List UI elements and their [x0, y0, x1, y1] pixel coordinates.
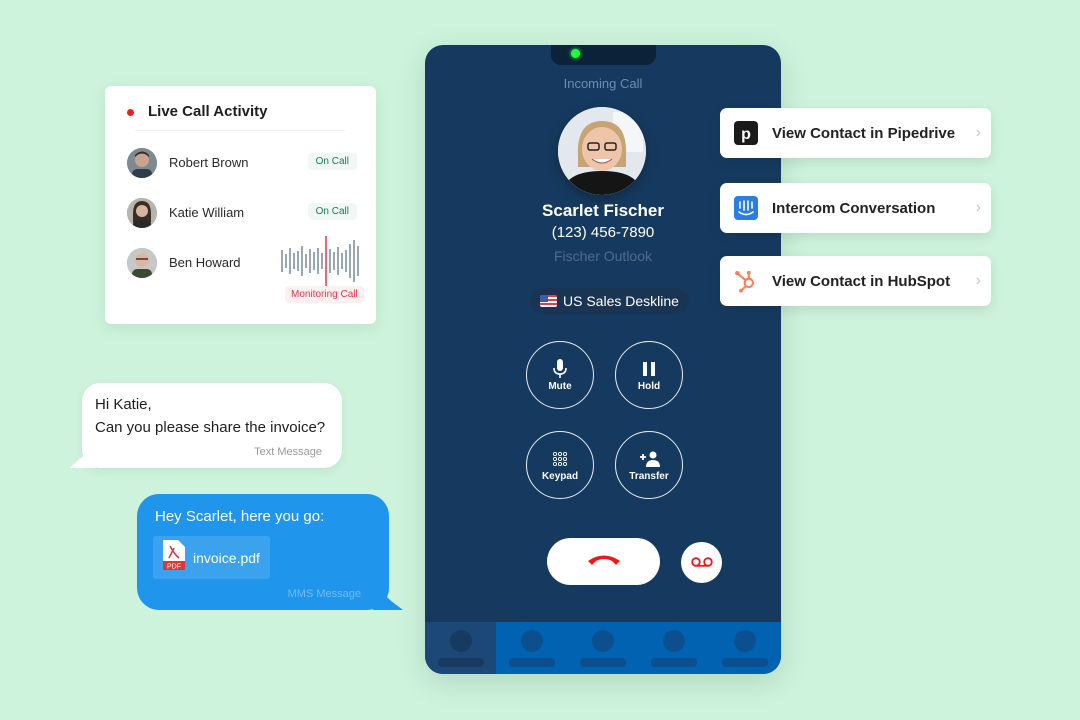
audio-waveform-icon	[281, 236, 359, 286]
voicemail-button[interactable]	[681, 542, 722, 583]
transfer-label: Transfer	[629, 470, 669, 482]
bubble-tail	[373, 584, 403, 610]
tab-label-placeholder	[580, 657, 626, 667]
tab-5[interactable]	[710, 622, 781, 674]
agent-row[interactable]: Katie William On Call	[127, 198, 357, 228]
intercom-icon	[734, 196, 758, 220]
message-line: Can you please share the invoice?	[95, 419, 326, 436]
agent-name: Ben Howard	[169, 255, 241, 270]
tab-1[interactable]	[425, 622, 497, 674]
tab-label-placeholder	[508, 657, 555, 667]
message-line: Hi Katie,	[95, 396, 152, 413]
end-call-button[interactable]	[547, 538, 660, 585]
microphone-icon	[553, 358, 567, 379]
tab-icon	[663, 629, 686, 652]
message-text: Hey Scarlet, here you go:	[155, 508, 325, 525]
status-badge: On Call	[307, 153, 357, 170]
integration-label: Intercom Conversation	[772, 199, 936, 217]
hubspot-contact-button[interactable]: View Contact in HubSpot ›	[720, 256, 991, 306]
tab-label-placeholder	[651, 657, 698, 667]
hang-up-icon	[586, 552, 622, 571]
bubble-tail	[70, 446, 96, 468]
message-type-label: Text Message	[254, 446, 322, 458]
tab-label-placeholder	[722, 657, 769, 667]
divider	[135, 130, 345, 131]
svg-text:p: p	[741, 126, 751, 143]
tab-label-placeholder	[437, 657, 484, 667]
call-status: Incoming Call	[563, 76, 643, 91]
avatar	[127, 198, 157, 228]
chevron-right-icon: ›	[975, 272, 981, 289]
integration-label: View Contact in Pipedrive	[772, 124, 956, 142]
tab-icon	[592, 629, 614, 652]
hubspot-icon	[734, 269, 758, 293]
phone-notch	[551, 45, 656, 65]
line-name: US Sales Deskline	[563, 293, 679, 309]
camera-led-icon	[571, 49, 580, 58]
live-call-activity-card: Live Call Activity Robert Brown On Call …	[105, 86, 376, 324]
us-flag-icon	[540, 295, 557, 307]
svg-text:PDF: PDF	[167, 564, 181, 571]
line-badge[interactable]: US Sales Deskline	[530, 288, 689, 314]
add-person-icon	[638, 449, 660, 469]
keypad-button[interactable]: Keypad	[526, 431, 594, 499]
pdf-file-icon: PDF	[163, 540, 185, 575]
hold-button[interactable]: Hold	[615, 341, 683, 409]
hold-label: Hold	[637, 380, 661, 392]
pause-icon	[643, 359, 655, 379]
incoming-message-bubble: Hi Katie, Can you please share the invoi…	[70, 383, 342, 468]
outgoing-message-bubble: Hey Scarlet, here you go: PDF invoice.pd…	[137, 494, 403, 610]
pipedrive-icon: p	[734, 121, 758, 145]
message-type-label: MMS Message	[287, 588, 361, 600]
tab-icon	[449, 629, 472, 652]
tab-icon	[734, 629, 757, 652]
bottom-tab-bar	[425, 622, 781, 674]
transfer-button[interactable]: Transfer	[615, 431, 683, 499]
agent-name: Robert Brown	[169, 155, 249, 170]
keypad-label: Keypad	[541, 470, 579, 482]
pipedrive-contact-button[interactable]: p View Contact in Pipedrive ›	[720, 108, 991, 158]
tab-3[interactable]	[567, 622, 638, 674]
intercom-conversation-button[interactable]: Intercom Conversation ›	[720, 183, 991, 233]
mute-label: Mute	[548, 380, 572, 392]
activity-title: Live Call Activity	[148, 103, 268, 120]
chevron-right-icon: ›	[975, 199, 981, 216]
avatar	[127, 248, 157, 278]
caller-avatar	[558, 107, 646, 195]
integration-label: View Contact in HubSpot	[772, 272, 951, 290]
status-badge: On Call	[307, 203, 357, 220]
tab-4[interactable]	[639, 622, 710, 674]
status-badge-monitoring: Monitoring Call	[285, 286, 364, 303]
mute-button[interactable]: Mute	[526, 341, 594, 409]
agent-name: Katie William	[169, 205, 245, 220]
tab-2[interactable]	[496, 622, 567, 674]
pdf-attachment[interactable]: PDF invoice.pdf	[153, 536, 270, 579]
tab-icon	[520, 629, 543, 652]
avatar	[127, 148, 157, 178]
attachment-filename: invoice.pdf	[193, 549, 260, 566]
agent-row[interactable]: Robert Brown On Call	[127, 148, 357, 178]
live-indicator-icon	[127, 109, 134, 116]
chevron-right-icon: ›	[975, 124, 981, 141]
voicemail-icon	[690, 554, 713, 572]
keypad-icon	[552, 449, 568, 469]
